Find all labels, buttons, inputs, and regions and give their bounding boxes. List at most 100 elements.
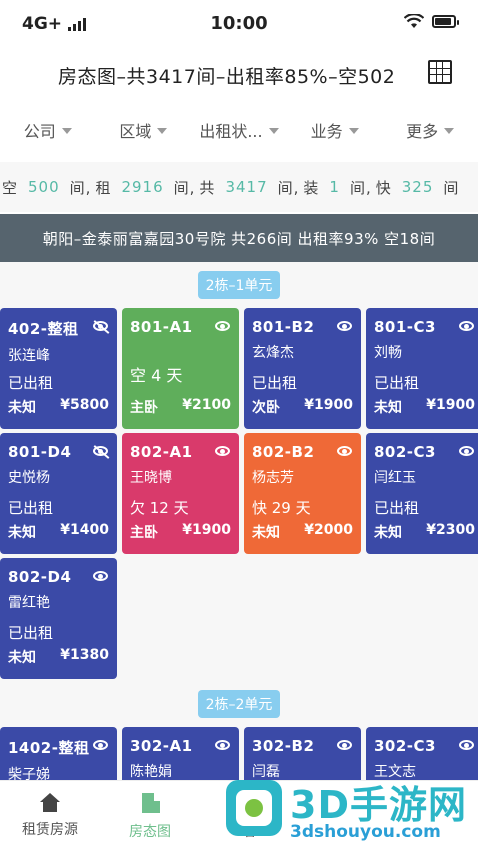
filter-region[interactable]: 区域: [96, 108, 192, 152]
room-type: 未知: [374, 400, 402, 416]
room-card[interactable]: 802-D4 雷红艳 已出租 未知 ¥1380: [0, 558, 117, 679]
room-card[interactable]: 801-C3 刘畅 已出租 未知 ¥1900: [366, 308, 478, 429]
eye-icon[interactable]: [215, 321, 230, 331]
nav-label: 房态图: [129, 824, 171, 840]
tenant-name: 陈艳娟: [130, 764, 172, 780]
room-grid-scroll[interactable]: 2栋–1单元 402-整租 张连峰 已出租 未知 ¥5800 801-A1 空 4 天主卧 ¥…: [0, 262, 478, 780]
eye-icon[interactable]: [93, 571, 108, 581]
filter-bar: 公司 区域 出租状... 业务 更多: [0, 108, 478, 152]
room-footer: 主卧 ¥2100: [130, 397, 231, 417]
room-card[interactable]: 802-B2 杨志芳快 29 天未知 ¥2000: [244, 433, 361, 554]
tenant-name: 雷红艳: [8, 595, 50, 611]
eye-icon[interactable]: [215, 446, 230, 456]
nav-rental-listings[interactable]: 租赁房源: [0, 781, 100, 850]
rental-status: 已出租: [374, 499, 420, 517]
grid-view-button[interactable]: [428, 60, 452, 84]
eye-icon[interactable]: [93, 740, 108, 750]
wifi-icon: [404, 14, 424, 28]
nav-label: 租赁房源: [22, 822, 78, 838]
room-summary: 空 500 间, 租 2916 间, 共 3417 间, 装 1 间, 快 32…: [0, 162, 478, 212]
eye-icon[interactable]: [459, 446, 474, 456]
summary-decor-count: 1: [329, 178, 340, 196]
eye-off-icon[interactable]: [93, 321, 108, 331]
chevron-down-icon: [157, 128, 168, 134]
room-type: 主卧: [130, 525, 158, 541]
room-price: ¥5800: [60, 397, 109, 413]
filter-business[interactable]: 业务: [287, 108, 383, 152]
room-card[interactable]: 801-A1 空 4 天主卧 ¥2100: [122, 308, 239, 429]
summary-rented-count: 2916: [121, 178, 164, 196]
room-price: ¥1380: [60, 647, 109, 663]
title-bar: 房态图–共3417间–出租率85%–空502: [0, 50, 478, 100]
status-icons: [404, 14, 459, 29]
tenant-name: 张连峰: [8, 348, 50, 364]
room-price: ¥2000: [304, 522, 353, 538]
rental-status: 空 4 天: [130, 366, 183, 385]
status-bar: 4G+ 10:00: [0, 0, 478, 48]
room-type: 未知: [8, 400, 36, 416]
room-footer: 未知 ¥2300: [374, 522, 475, 542]
tenant-name: 杨志芳: [252, 470, 294, 486]
watermark-url: 3dshouyou.com: [290, 822, 441, 842]
summary-unit: 间,: [69, 178, 92, 197]
room-type: 主卧: [130, 400, 158, 416]
room-cards: 402-整租 张连峰 已出租 未知 ¥5800 801-A1 空 4 天主卧 ¥2100 801…: [0, 308, 478, 679]
eye-icon[interactable]: [215, 740, 230, 750]
room-footer: 未知 ¥1400: [8, 522, 109, 542]
room-card[interactable]: 802-A1 王晓博欠 12 天主卧 ¥1900: [122, 433, 239, 554]
rental-status: 已出租: [374, 374, 420, 392]
property-header[interactable]: 朝阳–金泰丽富嘉园30号院 共266间 出租率93% 空18间: [0, 214, 478, 262]
summary-label: 装: [303, 178, 320, 197]
nav-room-status-map[interactable]: 房态图: [100, 781, 200, 850]
chevron-down-icon: [61, 128, 72, 134]
eye-icon[interactable]: [337, 446, 352, 456]
filter-label: 更多: [406, 122, 439, 141]
room-price: ¥2300: [426, 522, 475, 538]
summary-unit: 间,: [173, 178, 196, 197]
eye-icon[interactable]: [459, 740, 474, 750]
room-card[interactable]: 801-D4 史悦杨 已出租 未知 ¥1400: [0, 433, 117, 554]
room-type: 次卧: [252, 400, 280, 416]
unit-tag-row: 2栋–2单元: [0, 681, 478, 727]
rental-status: 已出租: [8, 624, 54, 642]
summary-label: 空: [2, 178, 19, 197]
eye-icon[interactable]: [337, 321, 352, 331]
room-card[interactable]: 1402-整租 柴子娣: [0, 727, 117, 780]
page-title: 房态图–共3417间–出租率85%–空502: [58, 66, 396, 88]
room-price: ¥1400: [60, 522, 109, 538]
summary-label: 租: [95, 178, 112, 197]
room-footer: 未知 ¥5800: [8, 397, 109, 417]
summary-unit: 间,: [277, 178, 300, 197]
battery-icon: [432, 15, 459, 28]
tenant-name: 王晓博: [130, 470, 172, 486]
room-price: ¥1900: [182, 522, 231, 538]
filter-label: 公司: [23, 122, 56, 141]
filter-rental-status[interactable]: 出租状...: [191, 108, 287, 152]
app-screen: 4G+ 10:00 房态图–共3417间–出租率85%–空502 公司 区域 出…: [0, 0, 478, 850]
room-card[interactable]: 402-整租 张连峰 已出租 未知 ¥5800: [0, 308, 117, 429]
room-card[interactable]: 801-B2 玄烽杰 已出租 次卧 ¥1900: [244, 308, 361, 429]
rental-status: 已出租: [8, 499, 54, 517]
filter-more[interactable]: 更多: [382, 108, 478, 152]
filter-label: 区域: [119, 122, 152, 141]
filter-company[interactable]: 公司: [0, 108, 96, 152]
room-card[interactable]: 802-C3 闫红玉 已出租 未知 ¥2300: [366, 433, 478, 554]
room-footer: 次卧 ¥1900: [252, 397, 353, 417]
rental-status: 快 29 天: [252, 499, 311, 517]
chevron-down-icon: [348, 128, 359, 134]
room-type: 未知: [252, 525, 280, 541]
house-icon: [38, 793, 62, 813]
eye-off-icon[interactable]: [93, 446, 108, 456]
unit-tag-row: 2栋–1单元: [0, 262, 478, 308]
rental-status: 已出租: [252, 374, 298, 392]
room-price: ¥1900: [304, 397, 353, 413]
room-footer: 未知 ¥1380: [8, 647, 109, 667]
summary-label: 快: [375, 178, 392, 197]
watermark-title: 3D手游网: [290, 783, 467, 827]
eye-icon[interactable]: [337, 740, 352, 750]
tenant-name: 史悦杨: [8, 470, 50, 486]
summary-unit: 间,: [349, 178, 372, 197]
eye-icon[interactable]: [459, 321, 474, 331]
filter-label: 业务: [310, 122, 343, 141]
filter-label: 出租状...: [199, 122, 263, 141]
